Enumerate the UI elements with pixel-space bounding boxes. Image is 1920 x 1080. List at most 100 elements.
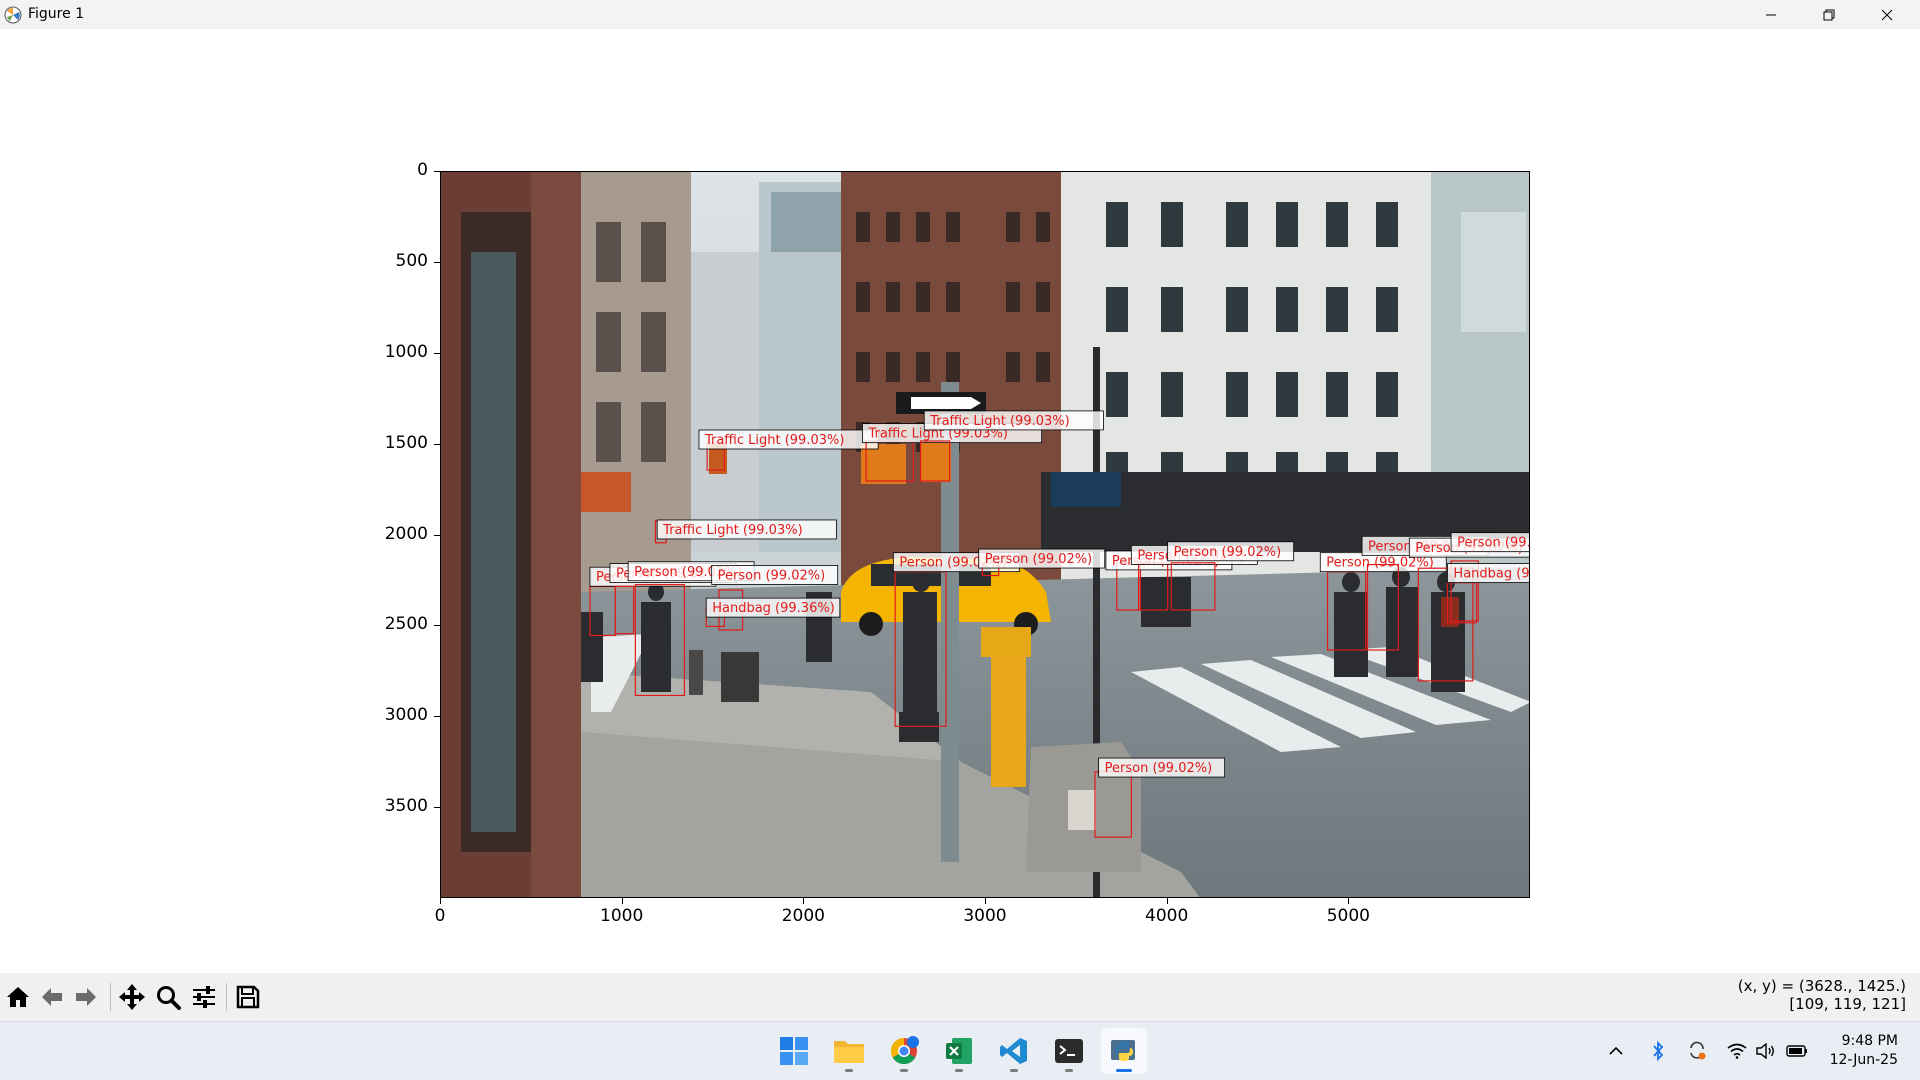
minimize-icon <box>1766 14 1776 15</box>
y-tick-mark <box>434 171 440 172</box>
x-tick-label: 3000 <box>963 906 1007 926</box>
windows-start-icon <box>780 1037 808 1065</box>
taskbar-vscode[interactable] <box>991 1028 1037 1074</box>
battery-icon <box>1786 1045 1807 1057</box>
active-indicator <box>1116 1069 1132 1072</box>
taskbar-terminal[interactable] <box>1046 1028 1092 1074</box>
detection-label-text: Person (99.02%) <box>1105 761 1213 776</box>
x-tick-mark <box>803 898 805 904</box>
detection-box <box>589 585 616 637</box>
taskbar-chrome[interactable] <box>881 1028 927 1074</box>
toolbar-separator <box>226 983 227 1011</box>
chevron-up-icon <box>1609 1046 1623 1055</box>
taskbar-python[interactable] <box>1101 1028 1147 1074</box>
running-indicator <box>955 1069 963 1072</box>
y-tick-mark <box>434 261 440 263</box>
detection-label-text: Person (99.02%) <box>1174 545 1282 560</box>
x-tick-label: 0 <box>434 906 446 926</box>
y-tick-label: 500 <box>395 250 428 271</box>
close-icon <box>1881 9 1893 20</box>
detection-box <box>614 585 635 635</box>
restore-icon <box>1823 9 1835 20</box>
show-hidden-icons[interactable] <box>1605 1040 1627 1062</box>
detection-label: Person (99.02%) <box>978 548 1106 569</box>
y-tick-mark <box>434 534 440 536</box>
terminal-icon <box>1055 1039 1083 1063</box>
detection-box <box>1446 582 1478 624</box>
restore-button[interactable] <box>1800 0 1858 29</box>
cursor-coordinates: (x, y) = (3628., 1425.) [109, 119, 121] <box>1738 977 1906 1013</box>
detection-box <box>1366 563 1399 651</box>
back-button[interactable] <box>36 981 68 1013</box>
y-tick-label: 3000 <box>384 705 428 726</box>
bluetooth-icon <box>1653 1041 1664 1061</box>
zoom-button[interactable] <box>152 981 184 1013</box>
y-tick-label: 1500 <box>384 432 428 453</box>
image-axes[interactable]: Traffic Light (99.03%) Traffic Light (99.… <box>440 171 1530 898</box>
home-button[interactable] <box>2 981 34 1013</box>
tray-sync[interactable] <box>1686 1040 1708 1062</box>
tray-battery[interactable] <box>1786 1040 1808 1062</box>
detection-label-text: Handbag (99.36%) <box>1453 567 1530 582</box>
start-button[interactable] <box>771 1028 817 1074</box>
figure-canvas[interactable]: Traffic Light (99.03%) Traffic Light (99.… <box>0 29 1920 973</box>
windows-taskbar: 9:48 PM 12-Jun-25 <box>0 1021 1920 1080</box>
detection-box <box>634 583 686 697</box>
detection-box <box>894 571 947 727</box>
back-icon <box>42 988 62 1006</box>
y-tick-label: 2500 <box>384 614 428 635</box>
detection-label-text: Person (99.02%) <box>1326 556 1434 571</box>
x-tick-label: 1000 <box>600 906 644 926</box>
detection-label-text: Person (99.02%) <box>985 552 1093 567</box>
tray-bluetooth[interactable] <box>1647 1040 1669 1062</box>
file-explorer-icon <box>834 1041 864 1063</box>
forward-icon <box>76 988 96 1006</box>
x-tick-label: 4000 <box>1145 906 1189 926</box>
vscode-icon <box>1000 1038 1027 1064</box>
taskbar-clock[interactable]: 9:48 PM 12-Jun-25 <box>1830 1032 1898 1070</box>
detections-overlay: Traffic Light (99.03%) Traffic Light (99.… <box>589 410 1530 838</box>
volume-icon <box>1756 1043 1774 1059</box>
detection-label: Person (99.02%) <box>1167 541 1295 562</box>
y-tick-label: 3500 <box>384 796 428 817</box>
clock-time: 9:48 PM <box>1841 1033 1898 1049</box>
detection-label-text: Person (99.02%) <box>718 568 826 583</box>
toolbar-separator <box>110 983 111 1011</box>
detection-label-text: Person (99.02%) <box>1457 536 1530 551</box>
detection-box <box>920 440 951 482</box>
taskbar-excel[interactable] <box>936 1028 982 1074</box>
y-tick-label: 1000 <box>384 341 428 362</box>
forward-button[interactable] <box>70 981 102 1013</box>
taskbar-file-explorer[interactable] <box>826 1028 872 1074</box>
window-title: Figure 1 <box>28 6 85 22</box>
running-indicator <box>900 1069 908 1072</box>
zoom-icon <box>157 986 181 1010</box>
pan-button[interactable] <box>116 981 148 1013</box>
save-button[interactable] <box>232 981 264 1013</box>
running-indicator <box>845 1069 853 1072</box>
tray-wifi[interactable] <box>1726 1040 1748 1062</box>
detection-box <box>1094 771 1132 838</box>
detection-label-text: Traffic Light (99.03%) <box>929 414 1069 429</box>
close-button[interactable] <box>1858 0 1916 29</box>
navigation-toolbar: (x, y) = (3628., 1425.) [109, 119, 121] <box>0 973 1920 1021</box>
minimize-button[interactable] <box>1742 0 1800 29</box>
wifi-icon <box>1727 1043 1747 1059</box>
configure-subplots-icon <box>193 986 215 1008</box>
coord-xy: (x, y) = (3628., 1425.) <box>1737 977 1906 995</box>
x-tick-mark <box>440 898 441 904</box>
x-tick-mark <box>1166 898 1168 904</box>
clock-date: 12-Jun-25 <box>1829 1052 1898 1068</box>
detection-label: Traffic Light (99.03%) <box>923 410 1104 431</box>
detection-box <box>1326 571 1367 651</box>
running-indicator <box>1065 1069 1073 1072</box>
chrome-icon <box>890 1036 919 1065</box>
y-tick-mark <box>434 807 440 809</box>
tray-volume[interactable] <box>1755 1040 1777 1062</box>
excel-icon <box>946 1038 972 1064</box>
home-icon <box>7 987 29 1007</box>
save-icon <box>236 985 260 1009</box>
configure-subplots-button[interactable] <box>188 981 220 1013</box>
title-bar: Figure 1 <box>0 0 1920 29</box>
y-tick-label: 0 <box>417 160 428 180</box>
